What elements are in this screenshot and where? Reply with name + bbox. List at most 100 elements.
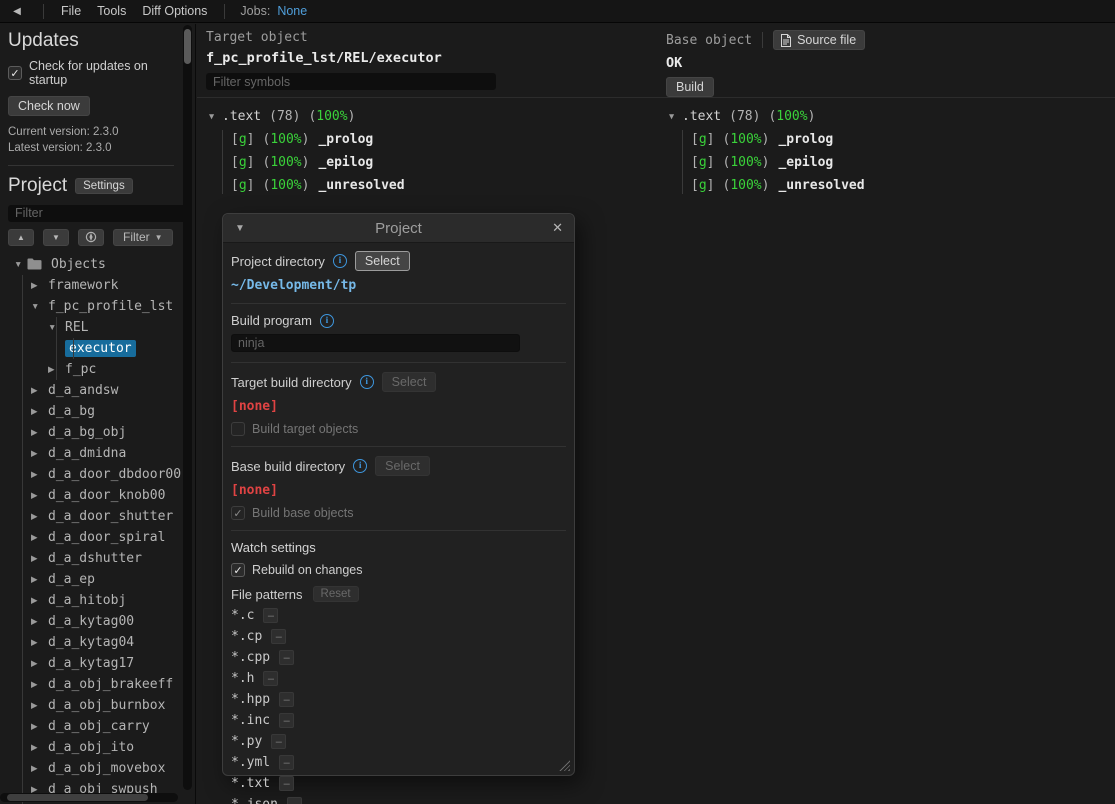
- tree-expand-arrow[interactable]: ▶: [31, 721, 44, 732]
- remove-pattern-button[interactable]: –: [263, 671, 278, 686]
- remove-pattern-button[interactable]: –: [287, 797, 302, 804]
- remove-pattern-button[interactable]: –: [279, 713, 294, 728]
- section-expand-arrow[interactable]: ▼: [669, 112, 682, 122]
- tree-expand-arrow[interactable]: ▶: [31, 490, 44, 501]
- checkbox-build-target-objects[interactable]: [231, 422, 245, 436]
- build-base-objects-row[interactable]: ✓ Build base objects: [231, 506, 566, 520]
- filter-symbols-input[interactable]: [206, 73, 496, 90]
- back-icon[interactable]: ◀: [0, 6, 34, 17]
- project-directory-select-button[interactable]: Select: [355, 251, 410, 271]
- project-filter-input[interactable]: [8, 205, 188, 222]
- tree-item[interactable]: ▶ d_a_obj_ito: [8, 737, 174, 758]
- tree-expand-arrow[interactable]: ▶: [31, 700, 44, 711]
- remove-pattern-button[interactable]: –: [279, 692, 294, 707]
- tree-item[interactable]: ▶ d_a_ep: [8, 569, 174, 590]
- tree-item[interactable]: ▶ d_a_obj_movebox: [8, 758, 174, 779]
- tree-item[interactable]: ▶ d_a_obj_burnbox: [8, 695, 174, 716]
- tree-item[interactable]: ▶ d_a_hitobj: [8, 590, 174, 611]
- check-updates-startup-row[interactable]: ✓ Check for updates on startup: [8, 59, 174, 87]
- tree-expand-arrow[interactable]: ▶: [31, 763, 44, 774]
- tree-expand-arrow[interactable]: ▶: [31, 427, 44, 438]
- reset-patterns-button[interactable]: Reset: [313, 586, 359, 602]
- tree-item[interactable]: ▼ f_pc_profile_lst: [8, 296, 174, 317]
- tree-expand-arrow[interactable]: ▶: [31, 406, 44, 417]
- symbol-row[interactable]: [g] (100%) _unresolved: [206, 174, 405, 197]
- info-icon[interactable]: i: [333, 254, 347, 268]
- tree-item[interactable]: ▶ framework: [8, 275, 174, 296]
- section-expand-arrow[interactable]: ▼: [209, 112, 222, 122]
- symbol-row[interactable]: [g] (100%) _epilog: [666, 151, 865, 174]
- checkbox-check-updates[interactable]: ✓: [8, 66, 22, 80]
- tree-expand-arrow[interactable]: ▶: [31, 280, 44, 291]
- tree-item[interactable]: ▶ d_a_door_dbdoor00: [8, 464, 174, 485]
- remove-pattern-button[interactable]: –: [279, 776, 294, 791]
- tree-item[interactable]: ▶ d_a_door_spiral: [8, 527, 174, 548]
- tree-item[interactable]: ▼ Objects: [8, 254, 174, 275]
- project-dialog-titlebar[interactable]: ▼ Project ✕: [223, 214, 574, 243]
- tree-expand-arrow[interactable]: ▶: [31, 553, 44, 564]
- tree-expand-arrow[interactable]: ▶: [31, 469, 44, 480]
- checkbox-rebuild-on-changes[interactable]: ✓: [231, 563, 245, 577]
- remove-pattern-button[interactable]: –: [271, 629, 286, 644]
- remove-pattern-button[interactable]: –: [279, 650, 294, 665]
- source-file-button[interactable]: Source file: [773, 30, 865, 50]
- symbol-row[interactable]: [g] (100%) _unresolved: [666, 174, 865, 197]
- sidebar-horizontal-scrollbar[interactable]: [0, 793, 178, 802]
- build-program-input[interactable]: [231, 334, 520, 352]
- tree-expand-arrow[interactable]: ▶: [31, 574, 44, 585]
- symbol-row[interactable]: [g] (100%) _prolog: [206, 128, 405, 151]
- tree-item[interactable]: ▶ d_a_andsw: [8, 380, 174, 401]
- menu-item[interactable]: File: [53, 4, 89, 18]
- tree-expand-arrow[interactable]: ▼: [14, 259, 27, 269]
- remove-pattern-button[interactable]: –: [279, 755, 294, 770]
- close-icon[interactable]: ✕: [552, 220, 563, 236]
- sidebar-vertical-scrollbar[interactable]: [183, 25, 192, 790]
- tree-expand-arrow[interactable]: ▶: [31, 637, 44, 648]
- checkbox-build-base-objects[interactable]: ✓: [231, 506, 245, 520]
- tree-expand-arrow[interactable]: ▼: [48, 322, 61, 332]
- tree-item[interactable]: ▼ REL: [8, 317, 174, 338]
- rebuild-on-changes-row[interactable]: ✓ Rebuild on changes: [231, 563, 566, 577]
- tree-item[interactable]: executor: [8, 338, 174, 359]
- symbol-row[interactable]: [g] (100%) _prolog: [666, 128, 865, 151]
- tree-expand-arrow[interactable]: ▶: [31, 448, 44, 459]
- build-button[interactable]: Build: [666, 77, 714, 97]
- tree-expand-arrow[interactable]: ▶: [31, 595, 44, 606]
- tree-expand-arrow[interactable]: ▶: [31, 511, 44, 522]
- target-build-directory-select-button[interactable]: Select: [382, 372, 437, 392]
- tree-item[interactable]: ▶ d_a_bg: [8, 401, 174, 422]
- info-icon[interactable]: i: [353, 459, 367, 473]
- build-target-objects-row[interactable]: Build target objects: [231, 422, 566, 436]
- scroll-up-button[interactable]: ▲: [8, 229, 34, 246]
- menu-item[interactable]: Tools: [89, 4, 134, 18]
- tree-item[interactable]: ▶ d_a_bg_obj: [8, 422, 174, 443]
- section-header[interactable]: ▼ .text (78) (100%): [666, 105, 865, 128]
- tree-item[interactable]: ▶ d_a_obj_carry: [8, 716, 174, 737]
- project-settings-button[interactable]: Settings: [75, 178, 133, 194]
- tree-expand-arrow[interactable]: ▶: [31, 742, 44, 753]
- jobs-status-link[interactable]: None: [277, 4, 307, 18]
- tree-expand-arrow[interactable]: ▶: [31, 679, 44, 690]
- info-icon[interactable]: i: [360, 375, 374, 389]
- tree-expand-arrow[interactable]: ▶: [31, 616, 44, 627]
- section-header[interactable]: ▼ .text (78) (100%): [206, 105, 405, 128]
- tree-expand-arrow[interactable]: ▼: [31, 301, 44, 311]
- scrollbar-thumb[interactable]: [184, 29, 191, 64]
- tree-item[interactable]: ▶ d_a_dmidna: [8, 443, 174, 464]
- scroll-down-button[interactable]: ▼: [43, 229, 69, 246]
- tree-item[interactable]: ▶ d_a_kytag17: [8, 653, 174, 674]
- tree-item[interactable]: ▶ d_a_dshutter: [8, 548, 174, 569]
- menu-item[interactable]: Diff Options: [134, 4, 215, 18]
- remove-pattern-button[interactable]: –: [263, 608, 278, 623]
- check-now-button[interactable]: Check now: [8, 96, 90, 116]
- tree-item[interactable]: ▶ d_a_door_shutter: [8, 506, 174, 527]
- info-icon[interactable]: i: [320, 314, 334, 328]
- scrollbar-thumb[interactable]: [7, 794, 148, 801]
- base-build-directory-select-button[interactable]: Select: [375, 456, 430, 476]
- collapse-icon[interactable]: ▼: [235, 223, 245, 234]
- locate-button[interactable]: [78, 229, 104, 246]
- tree-expand-arrow[interactable]: ▶: [31, 385, 44, 396]
- tree-item[interactable]: ▶ d_a_kytag04: [8, 632, 174, 653]
- tree-item[interactable]: ▶ d_a_door_knob00: [8, 485, 174, 506]
- tree-expand-arrow[interactable]: ▶: [31, 532, 44, 543]
